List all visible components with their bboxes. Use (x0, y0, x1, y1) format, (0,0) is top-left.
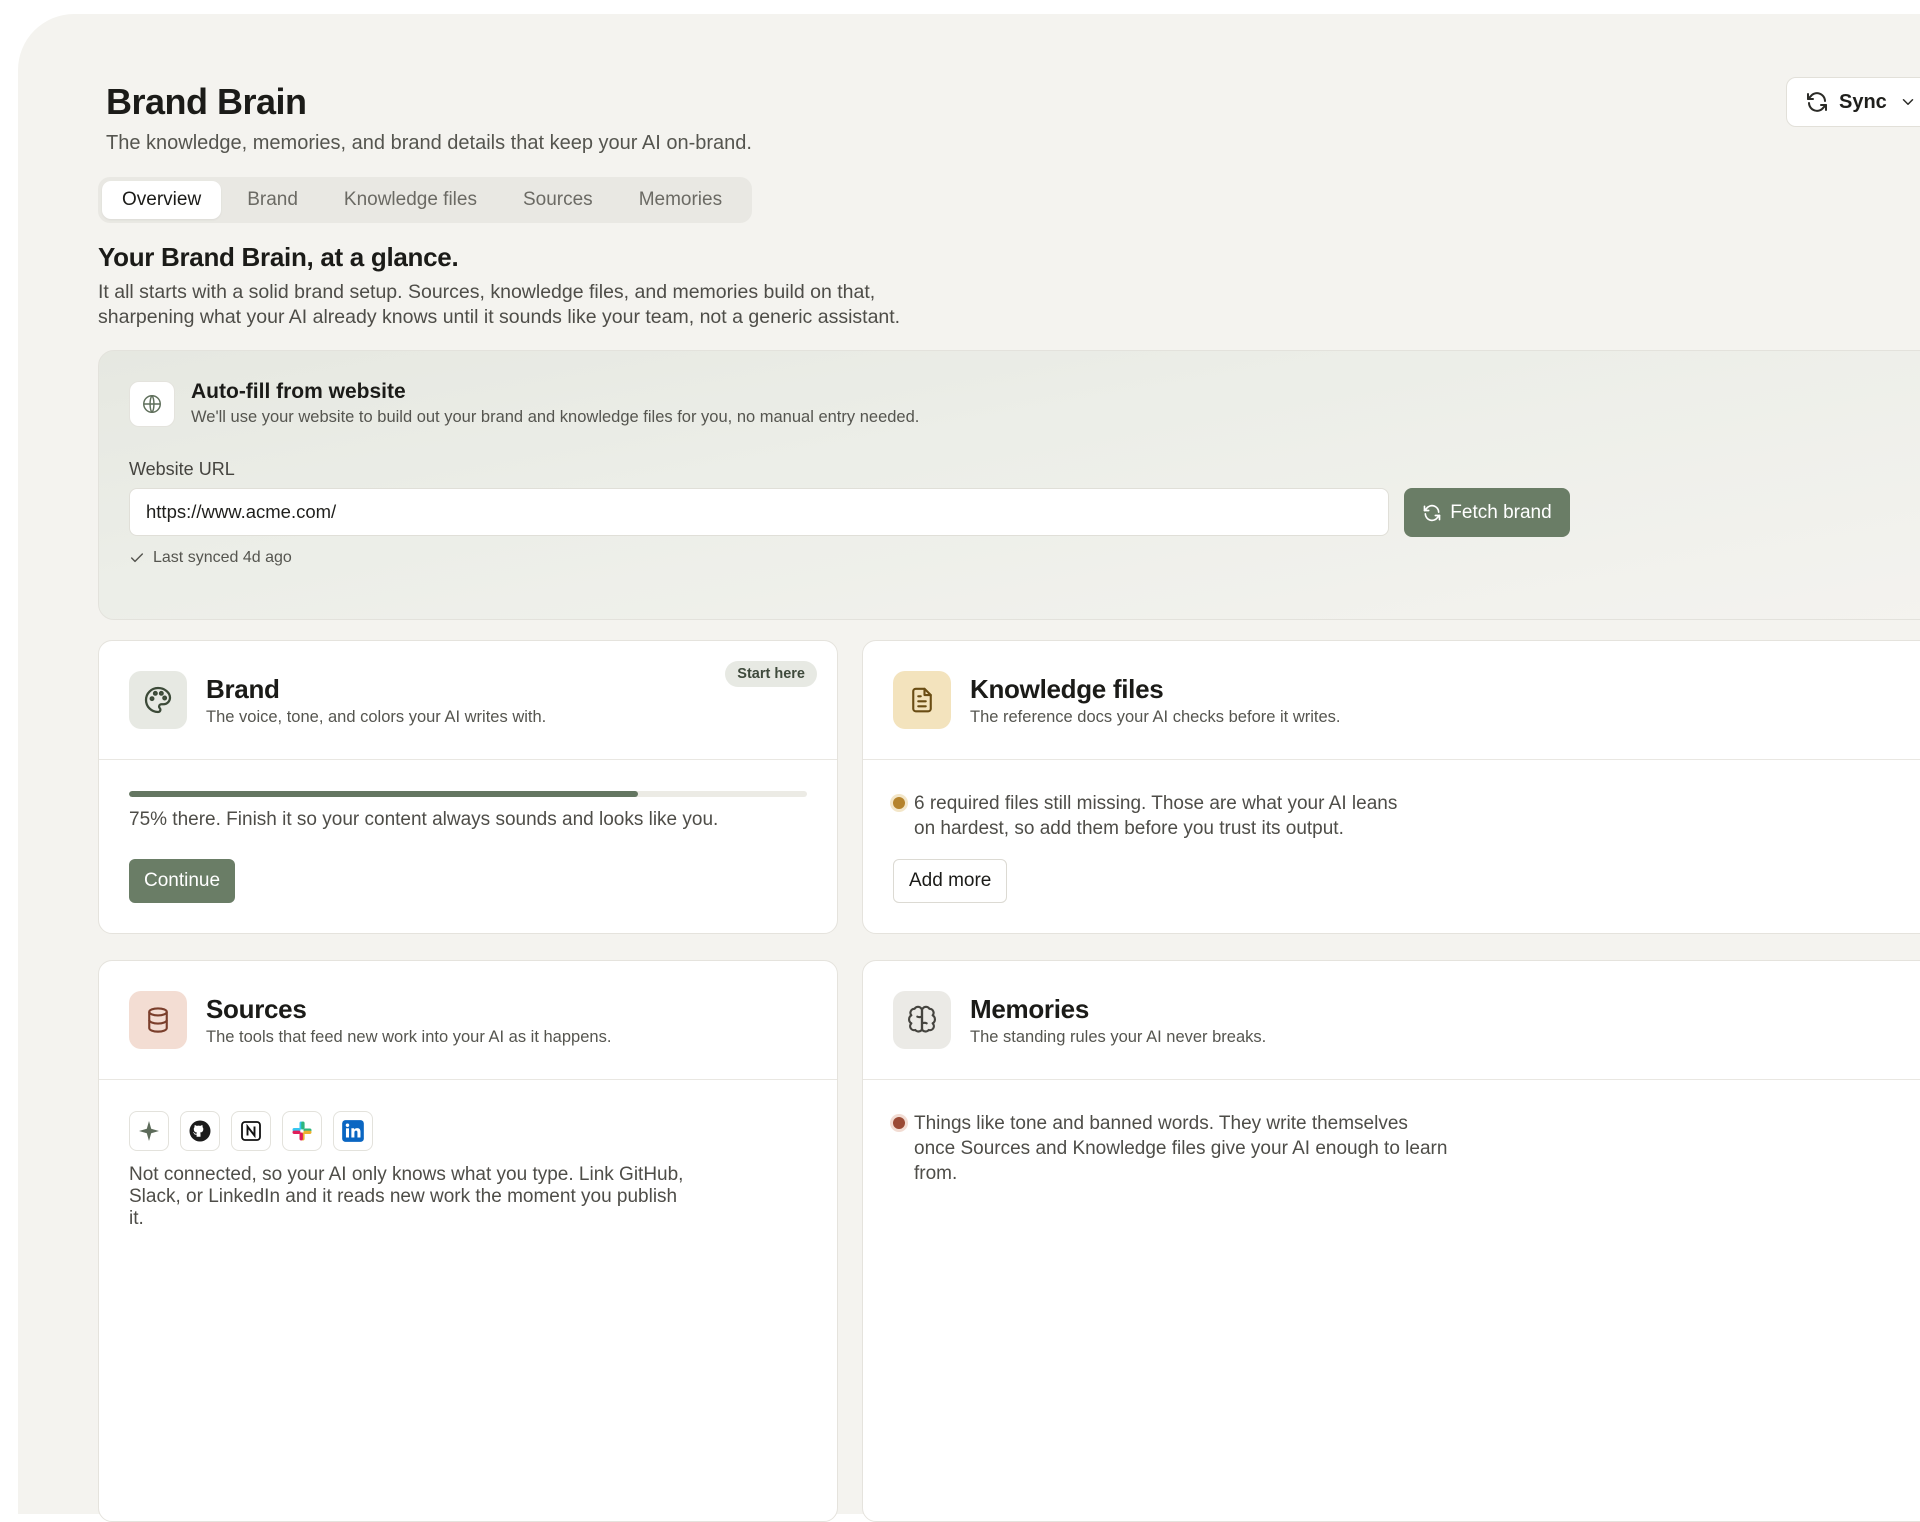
memories-card: Memories The standing rules your AI neve… (862, 960, 1920, 1522)
globe-icon (129, 381, 175, 427)
chevron-down-icon (1902, 99, 1914, 105)
memories-card-description: The standing rules your AI never breaks. (970, 1028, 1267, 1046)
tab-overview[interactable]: Overview (102, 181, 222, 219)
github-icon[interactable] (180, 1111, 220, 1151)
autofill-title: Auto-fill from website (191, 380, 406, 403)
tab-memories[interactable]: Memories (619, 181, 742, 219)
knowledge-files-card: Knowledge files The reference docs your … (862, 640, 1920, 934)
overview-description: It all starts with a solid brand setup. … (98, 281, 901, 328)
alert-dot (893, 1117, 905, 1129)
brand-progress-bar (129, 791, 807, 797)
knowledge-card-title: Knowledge files (970, 674, 1164, 704)
tab-brand[interactable]: Brand (227, 181, 318, 219)
memories-card-title: Memories (970, 994, 1089, 1024)
brand-card: Brand The voice, tone, and colors your A… (98, 640, 838, 934)
memories-status: Things like tone and banned words. They … (893, 1111, 1453, 1186)
website-url-input[interactable] (129, 488, 1389, 536)
sources-card-description: The tools that feed new work into your A… (206, 1028, 612, 1046)
knowledge-card-description: The reference docs your AI checks before… (970, 708, 1341, 726)
start-here-badge: Start here (725, 661, 817, 687)
check-icon (130, 553, 144, 563)
brand-progress-text: 75% there. Finish it so your content alw… (129, 809, 719, 830)
warning-dot (893, 797, 905, 809)
brain-icon (893, 991, 951, 1049)
document-icon (893, 671, 951, 729)
tab-sources[interactable]: Sources (503, 181, 613, 219)
brand-progress-fill (129, 791, 638, 797)
database-icon (129, 991, 187, 1049)
card-header: Memories The standing rules your AI neve… (863, 961, 1920, 1080)
refresh-icon (1423, 504, 1441, 521)
autofill-description: We'll use your website to build out your… (191, 408, 920, 426)
page-title: Brand Brain (106, 81, 307, 122)
refresh-icon (1807, 92, 1827, 112)
memories-status-text: Things like tone and banned words. They … (914, 1113, 1448, 1184)
sources-card: Sources The tools that feed new work int… (98, 960, 838, 1522)
sync-label: Sync (1839, 90, 1887, 113)
knowledge-status: 6 required files still missing. Those ar… (893, 791, 1413, 841)
card-header: Sources The tools that feed new work int… (99, 961, 837, 1080)
brand-card-description: The voice, tone, and colors your AI writ… (206, 708, 547, 726)
notion-icon[interactable] (231, 1111, 271, 1151)
tab-bar: Overview Brand Knowledge files Sources M… (98, 177, 753, 223)
website-url-label: Website URL (129, 459, 235, 479)
sync-button[interactable]: Sync (1786, 77, 1920, 127)
sync-status: Last synced 4d ago (129, 549, 292, 567)
palette-icon (129, 671, 187, 729)
brand-card-title: Brand (206, 674, 280, 704)
sparkle-icon[interactable] (129, 1111, 169, 1151)
fetch-brand-label: Fetch brand (1450, 501, 1552, 523)
card-header: Knowledge files The reference docs your … (863, 641, 1920, 760)
linkedin-icon[interactable] (333, 1111, 373, 1151)
slack-icon[interactable] (282, 1111, 322, 1151)
add-more-button[interactable]: Add more (893, 859, 1008, 903)
sync-status-text: Last synced 4d ago (153, 549, 292, 566)
app-window: Brand Brain The knowledge, memories, and… (18, 14, 1920, 1522)
tab-knowledge-files[interactable]: Knowledge files (324, 181, 497, 219)
autofill-panel: Auto-fill from website We'll use your we… (98, 350, 1920, 620)
fetch-brand-button[interactable]: Fetch brand (1404, 488, 1570, 537)
integration-icons (129, 1111, 384, 1151)
sources-card-title: Sources (206, 994, 307, 1024)
card-header: Brand The voice, tone, and colors your A… (99, 641, 837, 760)
page-subtitle: The knowledge, memories, and brand detai… (106, 132, 752, 154)
sources-status-text: Not connected, so your AI only knows wha… (129, 1164, 684, 1229)
overview-title: Your Brand Brain, at a glance. (98, 242, 459, 272)
continue-button[interactable]: Continue (129, 859, 236, 903)
knowledge-status-text: 6 required files still missing. Those ar… (914, 793, 1398, 839)
